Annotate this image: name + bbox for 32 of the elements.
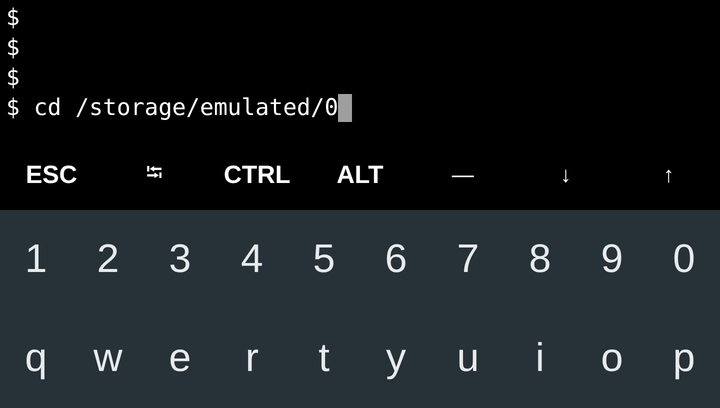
keyboard-key[interactable]: 0 [648,210,720,309]
terminal-line: $ [6,64,20,93]
keyboard-key[interactable]: 4 [216,210,288,309]
text-cursor [338,94,352,122]
keyboard-key[interactable]: 6 [360,210,432,309]
keyboard-key[interactable]: t [288,309,360,408]
terminal-line: $ cd /storage/emulated/0 [6,94,338,123]
keyboard-key[interactable]: 2 [72,210,144,309]
extra-key[interactable]: ↓ [554,158,578,192]
keyboard-key[interactable]: o [576,309,648,408]
keyboard-key[interactable]: y [360,309,432,408]
keyboard-key[interactable]: 1 [0,210,72,309]
extra-key[interactable]: ↑ [657,158,680,192]
terminal-line: $ [6,4,20,33]
terminal-line: $ [6,34,20,63]
keyboard-key[interactable]: 3 [144,210,216,309]
keyboard-key[interactable]: 5 [288,210,360,309]
keyboard-key[interactable]: e [144,309,216,408]
keyboard-key[interactable]: 7 [432,210,504,309]
keyboard-key[interactable]: w [72,309,144,408]
keyboard-key[interactable]: i [504,309,576,408]
keyboard-key[interactable]: 9 [576,210,648,309]
extra-key[interactable]: ESC [20,156,84,194]
keyboard-key[interactable]: u [432,309,504,408]
keyboard-key[interactable]: p [648,309,720,408]
extra-key[interactable]: CTRL [218,156,296,194]
extra-key[interactable]: — [446,158,480,192]
extra-key[interactable]: ALT [330,156,390,194]
keyboard-key[interactable]: r [216,309,288,408]
extra-key[interactable]: ⭾ [140,152,169,198]
keyboard-key[interactable]: q [0,309,72,408]
keyboard-key[interactable]: 8 [504,210,576,309]
